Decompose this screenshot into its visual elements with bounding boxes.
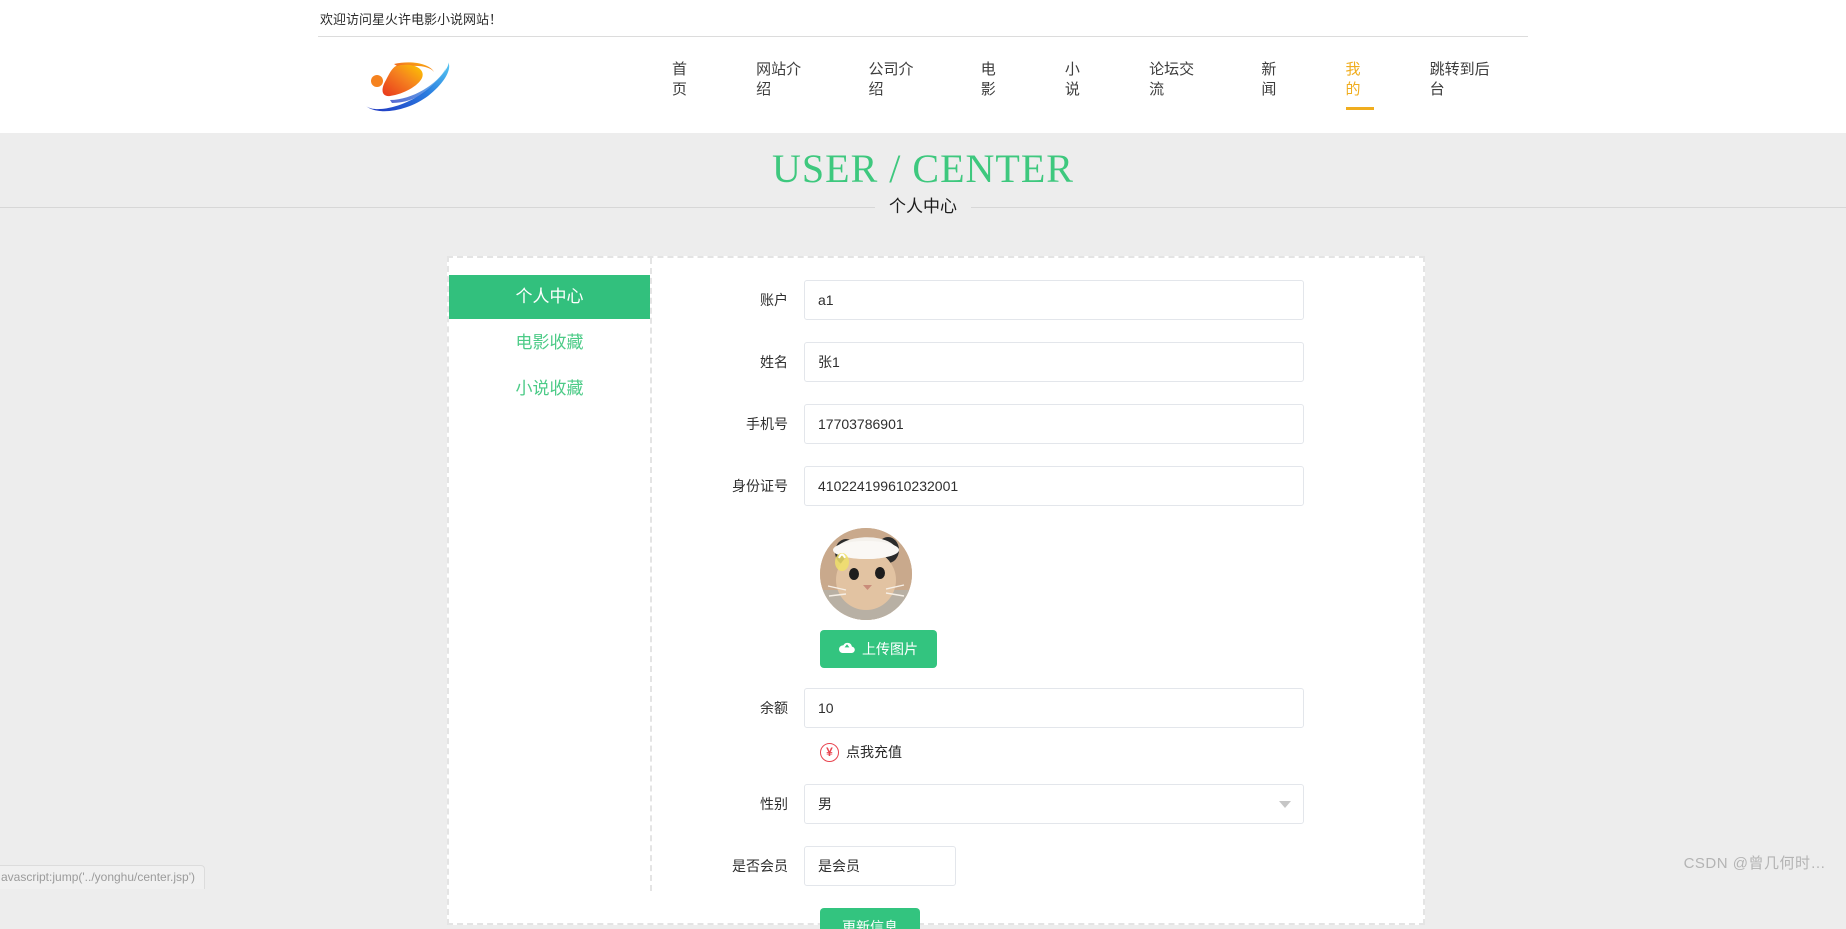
site-header: 首页 网站介绍 公司介绍 电影 小说 论坛交流 新闻 我的 跳转到后台 (0, 37, 1846, 133)
status-bar-url: avascript:jump('../yonghu/center.jsp') (0, 865, 206, 889)
update-info-button[interactable]: 更新信息 (820, 908, 920, 929)
nav-item-company[interactable]: 公司介绍 (868, 60, 924, 110)
sidebar-item-movie-favorites[interactable]: 电影收藏 (449, 321, 650, 365)
nav-item-movies[interactable]: 电影 (981, 60, 1009, 110)
avatar-row (820, 528, 1423, 620)
nav-item-news[interactable]: 新闻 (1261, 60, 1289, 110)
balance-label: 余额 (760, 700, 788, 716)
main-nav: 首页 网站介绍 公司介绍 电影 小说 论坛交流 新闻 我的 跳转到后台 (644, 37, 1528, 133)
membership-label: 是否会员 (732, 858, 788, 874)
top-welcome-bar-inner: 欢迎访问星火许电影小说网站！ (318, 0, 1528, 37)
nav-item-forum[interactable]: 论坛交流 (1149, 60, 1205, 110)
page-banner: USER / CENTER 个人中心 (0, 133, 1846, 221)
nav-item-novels[interactable]: 小说 (1065, 60, 1093, 110)
gender-select[interactable]: 男 (804, 784, 1304, 824)
upload-image-button[interactable]: 上传图片 (820, 630, 937, 668)
nav-item-admin[interactable]: 跳转到后台 (1430, 60, 1500, 110)
account-label: 账户 (760, 292, 788, 308)
field-row-membership: 是否会员 是会员 (652, 846, 1423, 886)
yen-circle-icon: ¥ (820, 742, 839, 762)
submit-row: 更新信息 (820, 908, 1423, 929)
page-title: USER / CENTER (772, 146, 1074, 191)
field-row-id-card: 身份证号 410224199610232001 (652, 466, 1423, 506)
membership-input[interactable]: 是会员 (804, 846, 956, 886)
upload-row: 上传图片 (820, 630, 1423, 668)
page-subtitle: 个人中心 (875, 193, 971, 221)
avatar[interactable] (820, 528, 912, 620)
field-row-name: 姓名 张1 (652, 342, 1423, 382)
field-row-balance: 余额 10 (652, 688, 1423, 728)
user-center-sidebar: 个人中心 电影收藏 小说收藏 (449, 258, 652, 891)
recharge-label: 点我充值 (846, 744, 902, 760)
recharge-link[interactable]: ¥ 点我充值 (820, 742, 1423, 762)
phone-label: 手机号 (746, 416, 788, 432)
nav-item-mine[interactable]: 我的 (1345, 60, 1374, 110)
cloud-upload-icon (839, 641, 855, 657)
sidebar-item-novel-favorites[interactable]: 小说收藏 (449, 367, 650, 411)
site-header-inner: 首页 网站介绍 公司介绍 电影 小说 论坛交流 新闻 我的 跳转到后台 (318, 37, 1528, 133)
nav-item-site-intro[interactable]: 网站介绍 (756, 60, 812, 110)
nav-item-home[interactable]: 首页 (672, 60, 700, 110)
account-input[interactable]: a1 (804, 280, 1304, 320)
welcome-text: 欢迎访问星火许电影小说网站！ (320, 11, 503, 27)
main-content: 个人中心 电影收藏 小说收藏 账户 a1 姓名 张1 手机号 177037869… (0, 220, 1846, 929)
name-label: 姓名 (760, 354, 788, 370)
id-card-label: 身份证号 (732, 478, 788, 494)
watermark: CSDN @曾几何时… (1683, 855, 1826, 872)
sidebar-item-user-center[interactable]: 个人中心 (449, 275, 650, 319)
user-center-card: 个人中心 电影收藏 小说收藏 账户 a1 姓名 张1 手机号 177037869… (447, 256, 1425, 929)
profile-form: 账户 a1 姓名 张1 手机号 17703786901 身份证号 4102241… (652, 258, 1423, 929)
name-input[interactable]: 张1 (804, 342, 1304, 382)
field-row-gender: 性别 男 (652, 784, 1423, 824)
upload-image-label: 上传图片 (862, 640, 918, 657)
field-row-phone: 手机号 17703786901 (652, 404, 1423, 444)
id-card-input[interactable]: 410224199610232001 (804, 466, 1304, 506)
gender-label: 性别 (760, 796, 788, 812)
top-welcome-bar: 欢迎访问星火许电影小说网站！ (0, 0, 1846, 37)
field-row-account: 账户 a1 (652, 280, 1423, 320)
site-logo-icon[interactable] (360, 56, 456, 114)
balance-input[interactable]: 10 (804, 688, 1304, 728)
phone-input[interactable]: 17703786901 (804, 404, 1304, 444)
chevron-down-icon (1279, 801, 1291, 808)
